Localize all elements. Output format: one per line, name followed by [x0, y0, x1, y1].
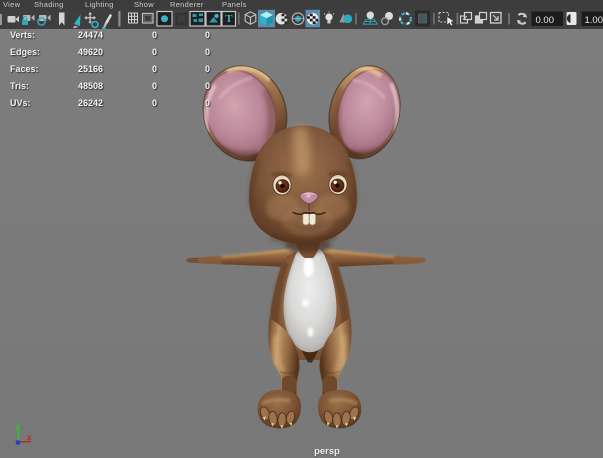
svg-text:y: y — [15, 421, 20, 430]
svg-text:0.00: 0.00 — [536, 15, 555, 26]
svg-text:T: T — [225, 13, 233, 25]
svg-text:1.00: 1.00 — [585, 15, 603, 26]
svg-text:x: x — [27, 433, 32, 442]
